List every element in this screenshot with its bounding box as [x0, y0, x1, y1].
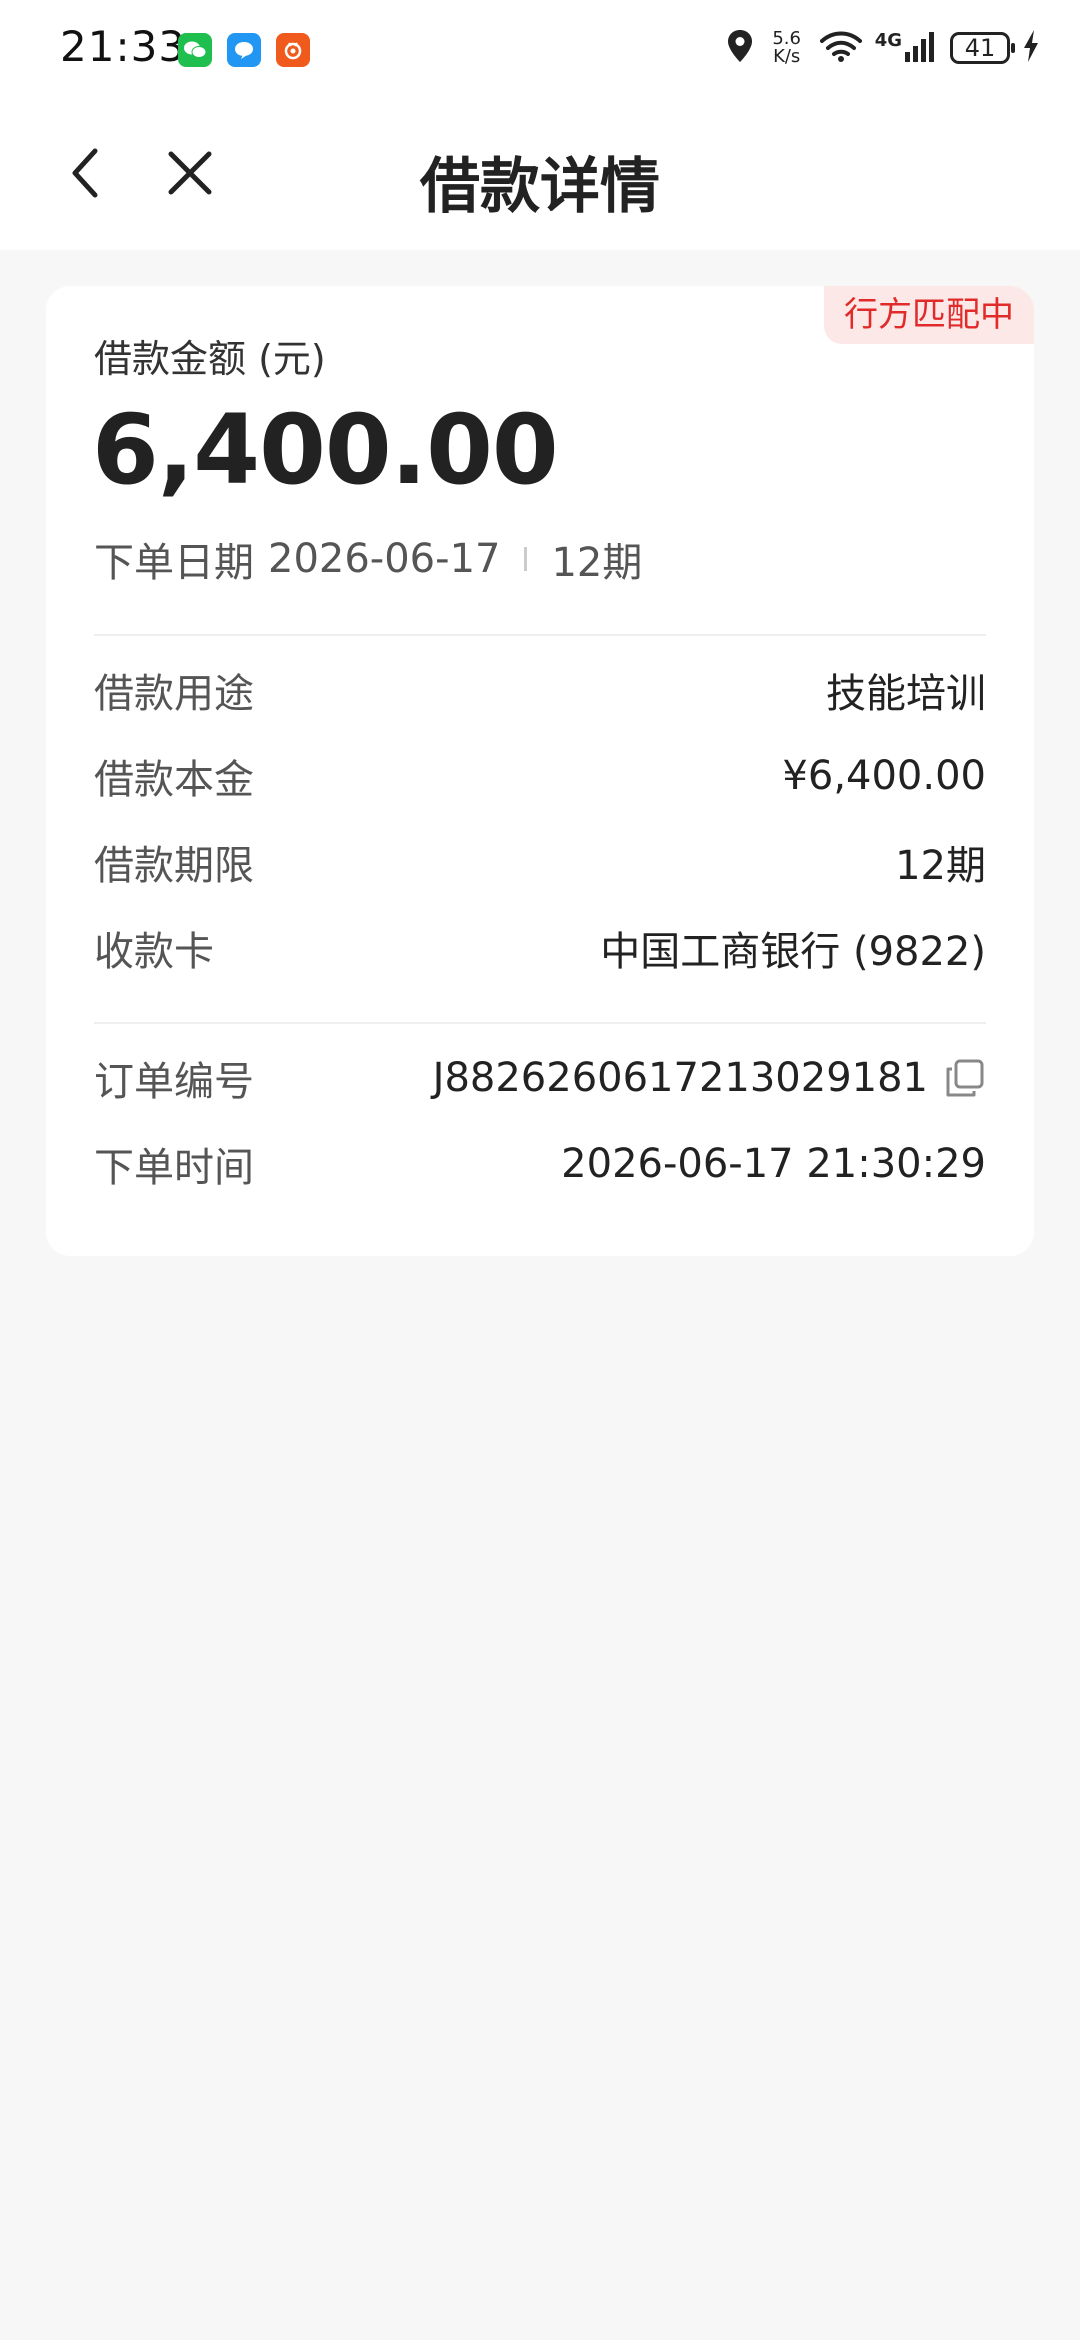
order-number-value: J8826260617213029181 [433, 1055, 986, 1101]
detail-row-principal: 借款本金 ¥6,400.00 [94, 746, 986, 806]
loan-amount: 6,400.00 [92, 394, 559, 506]
battery-indicator: 41 [950, 32, 1015, 64]
order-date-line: 下单日期 2026-06-17 12期 [94, 530, 642, 588]
network-type: 4G [874, 30, 902, 51]
notification-icons [178, 33, 310, 67]
divider [94, 634, 986, 636]
detail-row-card: 收款卡 中国工商银行 (9822) [94, 918, 986, 978]
cellular-signal: 4G [875, 30, 938, 66]
order-number-label: 订单编号 [94, 1059, 254, 1105]
divider [94, 1022, 986, 1024]
wechat-icon [178, 33, 212, 67]
wifi-icon [819, 29, 863, 67]
divider [524, 547, 528, 571]
detail-value: ¥6,400.00 [782, 753, 986, 799]
order-date: 2026-06-17 [268, 536, 501, 582]
status-bar: 21:33 5.6 K/s 4G 41 [0, 0, 1080, 100]
page-title: 借款详情 [420, 152, 660, 222]
order-time: 2026-06-17 21:30:29 [561, 1141, 986, 1187]
detail-value: 技能培训 [826, 671, 986, 717]
order-time-row: 下单时间 2026-06-17 21:30:29 [94, 1134, 986, 1194]
charging-icon [1022, 29, 1040, 67]
detail-value: 12期 [895, 843, 986, 889]
status-badge: 行方匹配中 [824, 286, 1034, 344]
order-time-label: 下单时间 [94, 1145, 254, 1191]
app-notification-icon [276, 33, 310, 67]
status-time: 21:33 [60, 22, 187, 71]
copy-icon[interactable] [944, 1057, 986, 1099]
detail-label: 借款本金 [94, 757, 254, 803]
detail-label: 借款期限 [94, 843, 254, 889]
order-number: J8826260617213029181 [432, 1055, 928, 1101]
message-icon [227, 33, 261, 67]
detail-label: 收款卡 [94, 929, 214, 975]
status-indicators: 5.6 K/s 4G 41 [725, 28, 1040, 68]
detail-row-term: 借款期限 12期 [94, 832, 986, 892]
order-date-label: 下单日期 [94, 540, 254, 586]
detail-value: 中国工商银行 (9822) [600, 929, 986, 975]
location-icon [725, 28, 755, 68]
network-speed: 5.6 K/s [772, 28, 801, 67]
order-number-row: 订单编号 J8826260617213029181 [94, 1048, 986, 1108]
nav-header: 借款详情 [0, 100, 1080, 250]
detail-label: 借款用途 [94, 671, 254, 717]
signal-bars-icon [904, 30, 938, 66]
loan-term: 12期 [551, 540, 643, 586]
detail-row-purpose: 借款用途 技能培训 [94, 660, 986, 720]
loan-detail-card: 行方匹配中 借款金额 (元) 6,400.00 下单日期 2026-06-17 … [46, 286, 1034, 1256]
amount-label: 借款金额 (元) [94, 337, 326, 381]
